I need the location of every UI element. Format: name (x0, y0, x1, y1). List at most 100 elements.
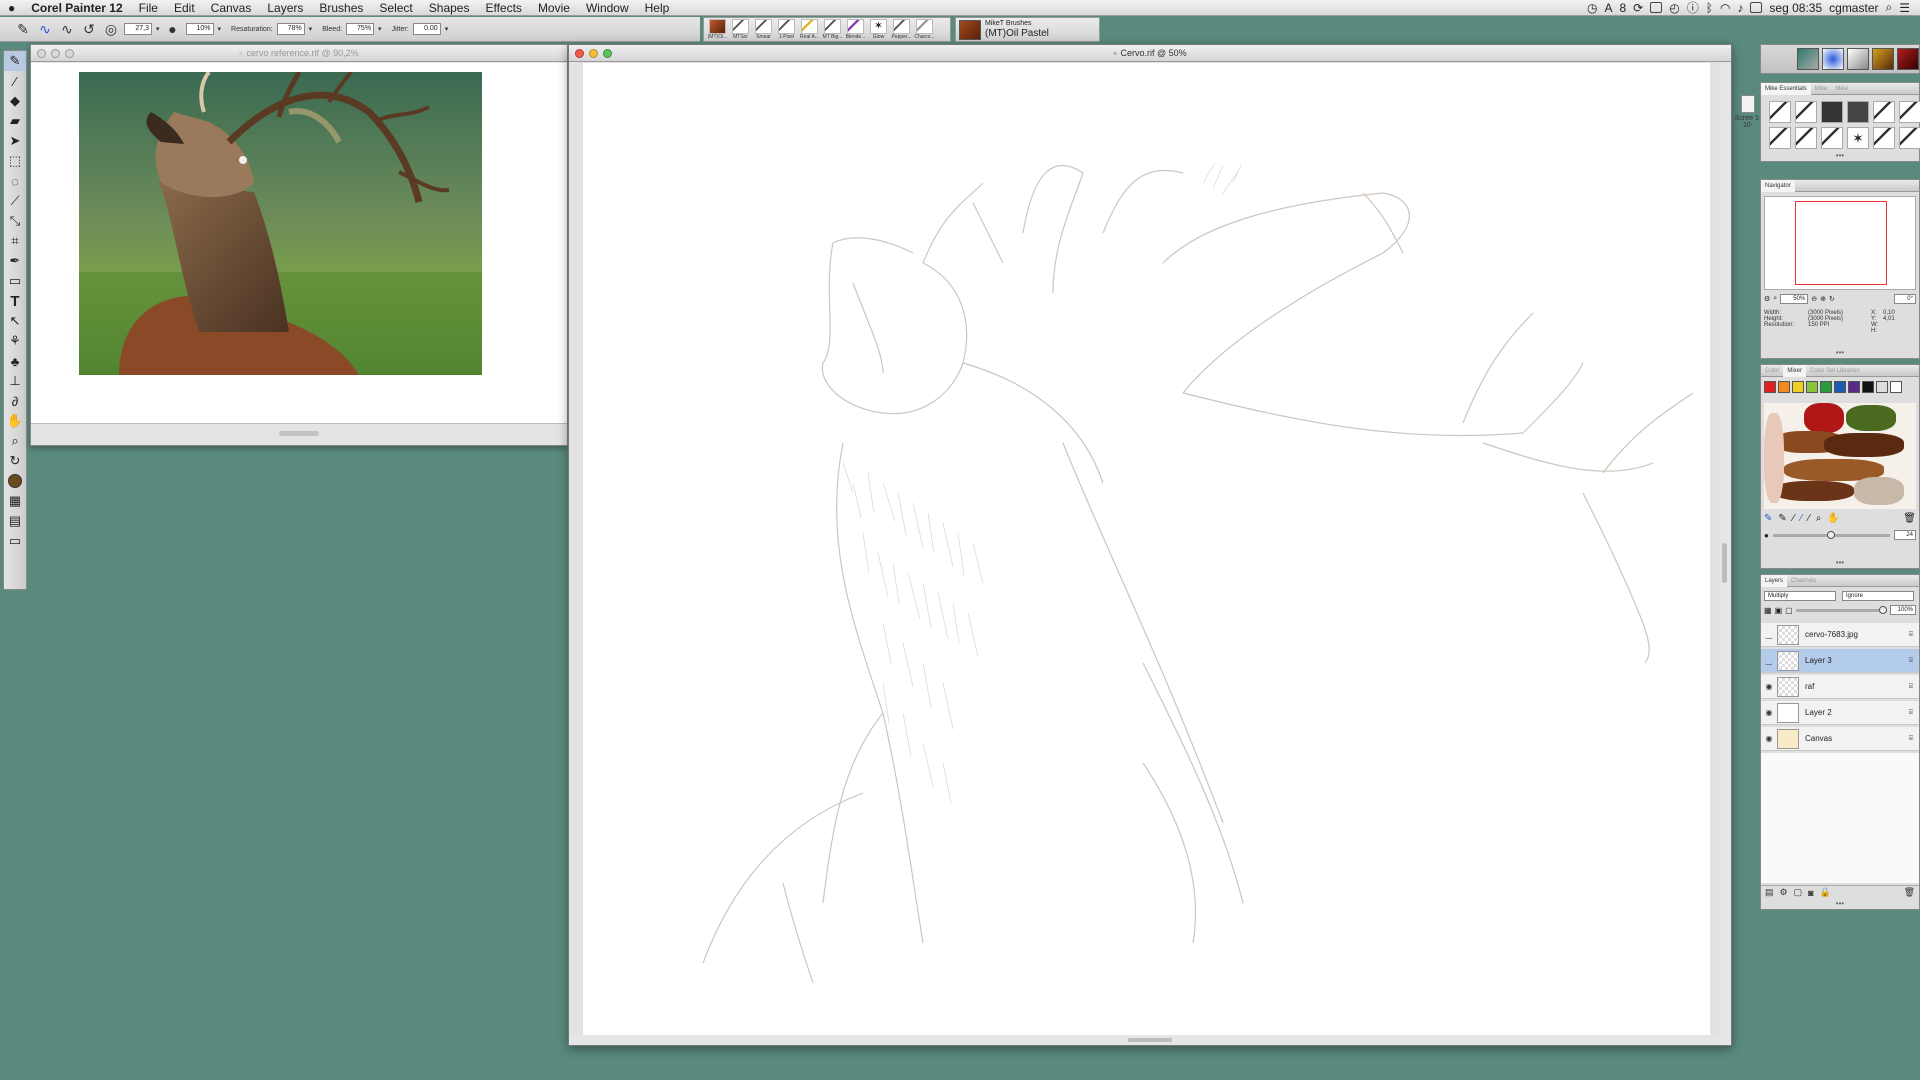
sync-icon[interactable]: ⟳ (1633, 1, 1643, 15)
recent-brush-6[interactable]: MT Big... (822, 18, 843, 41)
gradient-icon[interactable] (1822, 48, 1844, 70)
eye-open-icon[interactable]: ◉ (1761, 708, 1777, 717)
pen-icon[interactable]: ✒ (4, 251, 26, 271)
mixer-dropper-icon[interactable]: ⁄ (1808, 513, 1810, 524)
tab-mixer[interactable]: Mixer (1783, 364, 1807, 377)
display-icon[interactable] (1650, 2, 1663, 13)
tab-layers[interactable]: Layers (1761, 574, 1788, 587)
eye-closed-icon[interactable]: ‿ (1761, 656, 1777, 665)
main-hscroll-thumb[interactable] (1128, 1038, 1172, 1042)
opacity-field[interactable]: 10% (185, 23, 214, 35)
recent-brush-8[interactable]: ✶ Glow (868, 18, 889, 41)
main-minimize-button[interactable] (589, 49, 598, 58)
spotlight-icon[interactable]: ⌕ (1886, 0, 1893, 15)
mixer-swatch-8[interactable] (1862, 381, 1874, 393)
clock-icon[interactable]: ◴ (1669, 1, 1679, 15)
mixer-swatch-10[interactable] (1890, 381, 1902, 393)
recent-brush-2[interactable]: MTScr (730, 18, 751, 41)
menu-shapes[interactable]: Shapes (421, 0, 478, 16)
navigator-grip[interactable]: ••• (1761, 349, 1919, 358)
bleed-dropdown-icon[interactable]: ▾ (378, 25, 382, 33)
ref-zoom-button[interactable] (65, 49, 74, 58)
mixer-size-slider[interactable] (1772, 530, 1890, 539)
custom-brush-3[interactable] (1821, 101, 1843, 123)
layer-lock-icon[interactable]: ⌸ (1909, 709, 1913, 717)
custom-brush-4[interactable] (1847, 101, 1869, 123)
menu-effects[interactable]: Effects (477, 0, 529, 16)
custom-brush-1[interactable] (1769, 101, 1791, 123)
text-tool-icon[interactable]: T (4, 291, 26, 311)
composite-method-select[interactable]: Multiply (1764, 591, 1836, 601)
shape-select-icon[interactable]: ↖ (4, 311, 26, 331)
custom-brush-8[interactable] (1795, 127, 1817, 149)
nav-rotation-field[interactable]: 0° (1894, 294, 1916, 304)
tab-mike-2[interactable]: Mike (1831, 83, 1852, 95)
magic-wand-icon[interactable]: ⟋ (4, 191, 26, 211)
new-layer-icon[interactable]: ▢ (1794, 887, 1803, 898)
info-icon[interactable]: ⓘ (1687, 0, 1699, 16)
nav-zoom-out-icon[interactable]: ⊖ (1811, 295, 1817, 303)
layer-commands-icon[interactable]: ▤ (1765, 887, 1774, 898)
cloner-icon[interactable]: ⚘ (4, 331, 26, 351)
mixer-swatch-7[interactable] (1848, 381, 1860, 393)
mixer-swatch-1[interactable] (1764, 381, 1776, 393)
mixer-grip[interactable]: ••• (1761, 559, 1919, 568)
menu-help[interactable]: Help (637, 0, 678, 16)
clock-text[interactable]: seg 08:35 (1769, 1, 1822, 15)
layer-row[interactable]: ◉ Layer 2 ⌸ (1761, 701, 1919, 725)
layer-lock-icon[interactable]: ⌸ (1909, 657, 1913, 665)
mixer-sample-multi-icon[interactable]: ⁄ (1800, 513, 1802, 524)
brush-tool-icon[interactable]: ✎ (4, 51, 26, 71)
reference-canvas[interactable] (31, 63, 567, 423)
mixer-swatch-9[interactable] (1876, 381, 1888, 393)
custom-brush-9[interactable] (1821, 127, 1843, 149)
mirror-icon[interactable]: ⊥ (4, 371, 26, 391)
bluetooth-icon[interactable]: ᛒ (1706, 1, 1713, 15)
magnifier-icon[interactable]: ⌕ (4, 431, 26, 451)
layer-lock-icon[interactable]: ⌸ (1909, 631, 1913, 639)
size-dropdown-icon[interactable]: ▾ (156, 25, 160, 33)
recent-brush-5[interactable]: Real A... (799, 18, 820, 41)
main-zoom-button[interactable] (603, 49, 612, 58)
perspective-icon[interactable]: ∂ (4, 391, 26, 411)
layer-lock-icon[interactable]: ⌸ (1909, 683, 1913, 691)
layer-row[interactable]: ◉ Canvas ⌸ (1761, 727, 1919, 751)
menu-brushes[interactable]: Brushes (311, 0, 371, 16)
recent-brush-3[interactable]: Smear (753, 18, 774, 41)
mixer-sample-icon[interactable]: ⁄ (1793, 513, 1795, 524)
lock-layer-icon[interactable]: 🔒 (1820, 887, 1831, 898)
mixer-mix-icon[interactable]: ✎ (1778, 513, 1786, 524)
mixer-swatch-4[interactable] (1806, 381, 1818, 393)
stroke-record-icon[interactable]: ↺ (80, 20, 98, 38)
custom-brush-2[interactable] (1795, 101, 1817, 123)
mixer-swatch-5[interactable] (1820, 381, 1832, 393)
grabber-hand-icon[interactable]: ✋ (4, 411, 26, 431)
menu-select[interactable]: Select (371, 0, 420, 16)
adobe-icon[interactable]: A (1604, 1, 1612, 15)
apple-menu[interactable]: ● (0, 0, 23, 16)
eraser-tool-icon[interactable]: ▰ (4, 111, 26, 131)
media-selector-icon[interactable]: ▤ (4, 511, 26, 531)
jitter-dropdown-icon[interactable]: ▾ (445, 25, 449, 33)
jitter-field[interactable]: 0.00 (412, 23, 441, 35)
rectangle-shape-icon[interactable]: ▭ (4, 271, 26, 291)
custom-brush-12[interactable] (1899, 127, 1920, 149)
volume-icon[interactable]: ♪ (1737, 1, 1743, 15)
paint-bucket-icon[interactable]: ◆ (4, 91, 26, 111)
ref-window-titlebar[interactable]: ▫ cervo reference.rif @ 90,2% (31, 45, 567, 62)
nozzle-icon[interactable] (1872, 48, 1894, 70)
mixer-pan-icon[interactable]: ✋ (1827, 513, 1839, 524)
layer-opacity-field[interactable]: 100% (1890, 605, 1916, 615)
tab-mike-essentials[interactable]: Mike Essentials (1761, 82, 1811, 95)
dynamic-plugins-icon[interactable]: ⚙ (1780, 887, 1788, 898)
layer-row[interactable]: ◉ raf ⌸ (1761, 675, 1919, 699)
menu-movie[interactable]: Movie (530, 0, 578, 16)
transform-icon[interactable]: ⤡ (4, 211, 26, 231)
mixer-swatch-3[interactable] (1792, 381, 1804, 393)
mixer-clear-icon[interactable]: 🗑 (1903, 513, 1916, 524)
layer-row[interactable]: ‿ cervo-7683.jpg ⌸ (1761, 623, 1919, 647)
mixer-swatch-6[interactable] (1834, 381, 1846, 393)
recent-brush-4[interactable]: 1-Pixel (776, 18, 797, 41)
ref-minimize-button[interactable] (51, 49, 60, 58)
custom-brush-6[interactable] (1899, 101, 1920, 123)
